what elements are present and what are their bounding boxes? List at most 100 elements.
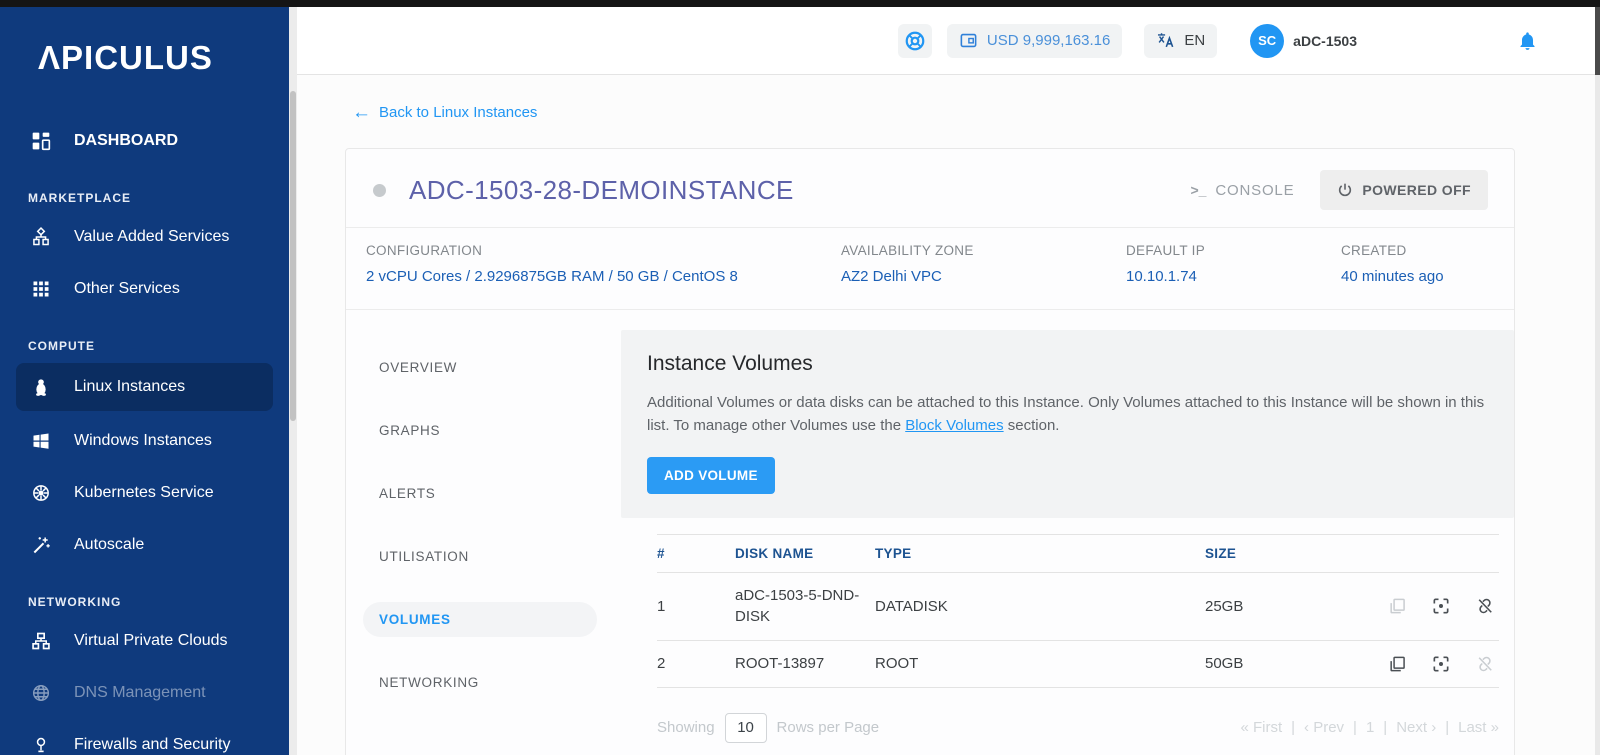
sidebar-scrollbar[interactable] [289,7,297,755]
other-services-icon [30,278,52,300]
sidebar-item-label: DASHBOARD [74,132,178,149]
sidebar-item-linux-instances[interactable]: Linux Instances [16,363,273,411]
sidebar-item-label: Kubernetes Service [74,484,214,501]
row-num: 2 [657,640,735,688]
disk-size: 25GB [1205,572,1375,641]
back-to-linux-instances-link[interactable]: ← Back to Linux Instances [352,103,537,122]
sidebar-item-firewalls-and-security[interactable]: Firewalls and Security [0,721,289,755]
kubernetes-icon [30,482,52,504]
volumes-heading: Instance Volumes [647,352,813,375]
disk-type: ROOT [875,640,1205,688]
block-volumes-link[interactable]: Block Volumes [905,417,1003,434]
tab-utilisation[interactable]: UTILISATION [363,539,597,574]
volumes-tab-content: Instance Volumes Additional Volumes or d… [621,310,1514,743]
tab-networking[interactable]: NETWORKING [363,665,597,700]
main-scrollbar-track[interactable] [1595,75,1600,755]
sidebar-item-dashboard[interactable]: DASHBOARD [0,117,289,165]
snapshot-icon[interactable] [1431,596,1451,616]
account-menu[interactable]: SC aDC-1503 [1250,23,1357,58]
sidebar-item-virtual-private-clouds[interactable]: Virtual Private Clouds [0,617,289,665]
pagination: « First | ‹ Prev | 1 | Next › | Last » [1240,719,1499,737]
rows-per-page-control: Showing Rows per Page [657,712,879,743]
snapshot-icon[interactable] [1431,654,1451,674]
detail-default-ip: DEFAULT IP 10.10.1.74 [1126,243,1206,285]
add-volume-button[interactable]: ADD VOLUME [647,456,775,494]
sidebar-section-networking: NETWORKING [28,595,122,609]
sidebar-item-other-services[interactable]: Other Services [0,265,289,313]
sidebar-item-autoscale[interactable]: Autoscale [0,521,289,569]
pagination-first[interactable]: « First [1240,719,1282,736]
copy-icon[interactable] [1387,596,1407,616]
tab-alerts[interactable]: ALERTS [363,476,597,511]
sidebar-item-label: DNS Management [74,684,206,701]
pagination-last[interactable]: Last » [1458,719,1499,736]
sidebar-item-label: Linux Instances [74,378,186,395]
detach-icon[interactable] [1475,596,1495,616]
language-selector[interactable]: EN [1144,23,1218,58]
table-row: 1 aDC-1503-5-DND-DISK DATADISK 25GB [657,572,1499,641]
window-top-strip [0,0,1600,7]
disk-type: DATADISK [875,572,1205,641]
windows-icon [30,430,52,452]
terminal-icon: >_ [1190,182,1207,198]
sidebar-item-label: Virtual Private Clouds [74,632,228,649]
help-button[interactable] [897,23,932,58]
life-ring-icon [904,30,926,52]
value-added-services-icon [30,226,52,248]
sidebar-item-value-added-services[interactable]: Value Added Services [0,213,289,261]
tab-overview[interactable]: OVERVIEW [363,350,597,385]
avatar: SC [1250,23,1285,58]
instance-detail-row: CONFIGURATION 2 vCPU Cores / 2.9296875GB… [346,228,1514,309]
disk-size: 50GB [1205,640,1375,688]
instance-volumes-panel: Instance Volumes Additional Volumes or d… [621,330,1514,518]
notifications-button[interactable] [1517,30,1538,52]
disk-name: ROOT-13897 [735,655,825,672]
sidebar-section-marketplace: MARKETPLACE [28,191,131,205]
instance-tabs: OVERVIEW GRAPHS ALERTS UTILISATION VOLUM… [346,310,621,743]
wallet-balance: USD 9,999,163.16 [986,32,1111,49]
copy-icon[interactable] [1387,654,1407,674]
detail-availability-zone: AVAILABILITY ZONE AZ2 Delhi VPC [841,243,974,285]
pagination-next[interactable]: Next › [1396,719,1436,736]
sidebar-item-kubernetes-service[interactable]: Kubernetes Service [0,469,289,517]
row-num: 1 [657,572,735,641]
instance-card-header: ADC-1503-28-DEMOINSTANCE >_ CONSOLE POWE… [346,149,1514,227]
translate-icon [1156,31,1175,50]
apiculus-logo: ΛPICULUS [38,39,213,76]
tab-graphs[interactable]: GRAPHS [363,413,597,448]
detail-created: CREATED 40 minutes ago [1341,243,1444,285]
col-header-num: # [657,533,735,573]
power-state-button[interactable]: POWERED OFF [1320,170,1488,210]
window-right-edge [1595,7,1600,75]
pagination-prev[interactable]: ‹ Prev [1304,719,1344,736]
sidebar-scrollbar-thumb[interactable] [290,91,296,421]
wallet-icon [959,31,978,50]
tab-volumes[interactable]: VOLUMES [363,602,597,637]
volumes-table: # DISK NAME TYPE SIZE 1 aDC-1503-5-DND-D… [657,533,1499,688]
console-button[interactable]: >_ CONSOLE [1190,182,1294,199]
instance-card: ADC-1503-28-DEMOINSTANCE >_ CONSOLE POWE… [345,148,1515,755]
page-content: ← Back to Linux Instances ADC-1503-28-DE… [297,75,1600,755]
pin-shield-icon [30,734,52,755]
volumes-description: Additional Volumes or data disks can be … [647,394,1485,435]
globe-icon [30,682,52,704]
power-icon [1337,182,1353,198]
linux-icon [30,376,52,398]
sidebar-item-label: Other Services [74,280,180,297]
col-header-type: TYPE [875,533,1205,573]
sidebar-item-dns-management[interactable]: DNS Management [0,669,289,717]
detach-icon[interactable] [1475,654,1495,674]
sidebar-item-windows-instances[interactable]: Windows Instances [0,417,289,465]
col-header-size: SIZE [1205,533,1375,573]
wallet-balance-chip[interactable]: USD 9,999,163.16 [946,23,1123,58]
sidebar: ΛPICULUS DASHBOARD MARKETPLACE Value Add… [0,7,289,755]
rows-per-page-input[interactable] [724,712,767,743]
account-name: aDC-1503 [1293,32,1357,49]
dashboard-icon [30,130,52,152]
bell-icon [1517,30,1538,52]
detail-configuration: CONFIGURATION 2 vCPU Cores / 2.9296875GB… [366,243,738,285]
sidebar-section-compute: COMPUTE [28,339,95,353]
pagination-page-1[interactable]: 1 [1366,719,1374,736]
language-label: EN [1184,32,1206,49]
sidebar-nav: DASHBOARD MARKETPLACE Value Added Servic… [0,87,289,755]
